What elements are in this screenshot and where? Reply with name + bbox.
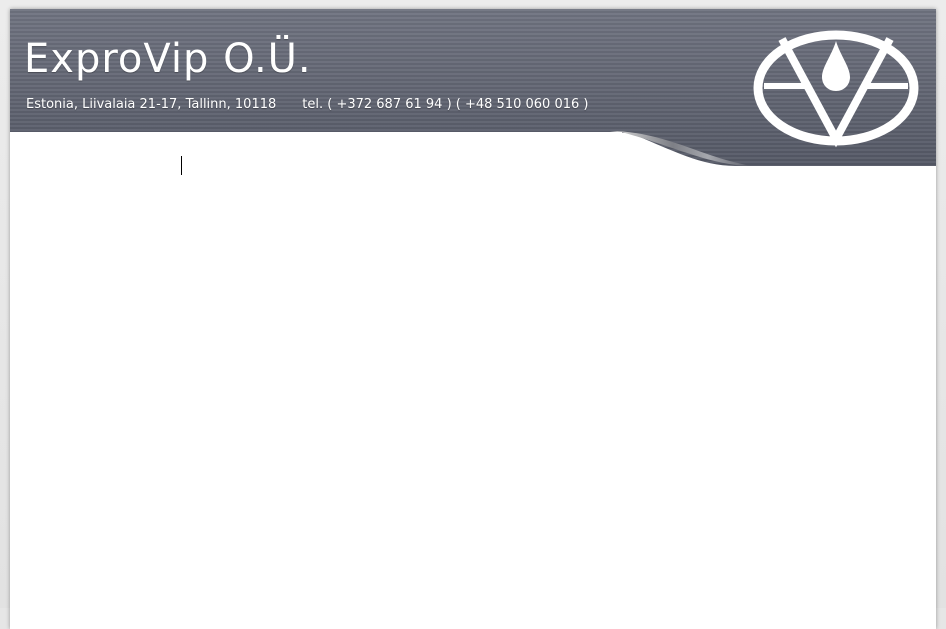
- company-name: ExproVip O.Ü.: [24, 36, 312, 82]
- company-phone: tel. ( +372 687 61 94 ) ( +48 510 060 01…: [302, 97, 589, 112]
- document-workspace: ExproVip O.Ü. Estonia, Liivalaia 21-17, …: [0, 0, 946, 629]
- contact-line: Estonia, Liivalaia 21-17, Tallinn, 10118…: [26, 98, 588, 111]
- text-cursor: [181, 156, 182, 175]
- company-address: Estonia, Liivalaia 21-17, Tallinn, 10118: [26, 97, 277, 112]
- document-body[interactable]: [10, 179, 936, 629]
- document-page[interactable]: ExproVip O.Ü. Estonia, Liivalaia 21-17, …: [10, 9, 936, 629]
- letterhead-banner: ExproVip O.Ü. Estonia, Liivalaia 21-17, …: [10, 9, 936, 169]
- ev-drop-emblem-icon: [753, 30, 919, 148]
